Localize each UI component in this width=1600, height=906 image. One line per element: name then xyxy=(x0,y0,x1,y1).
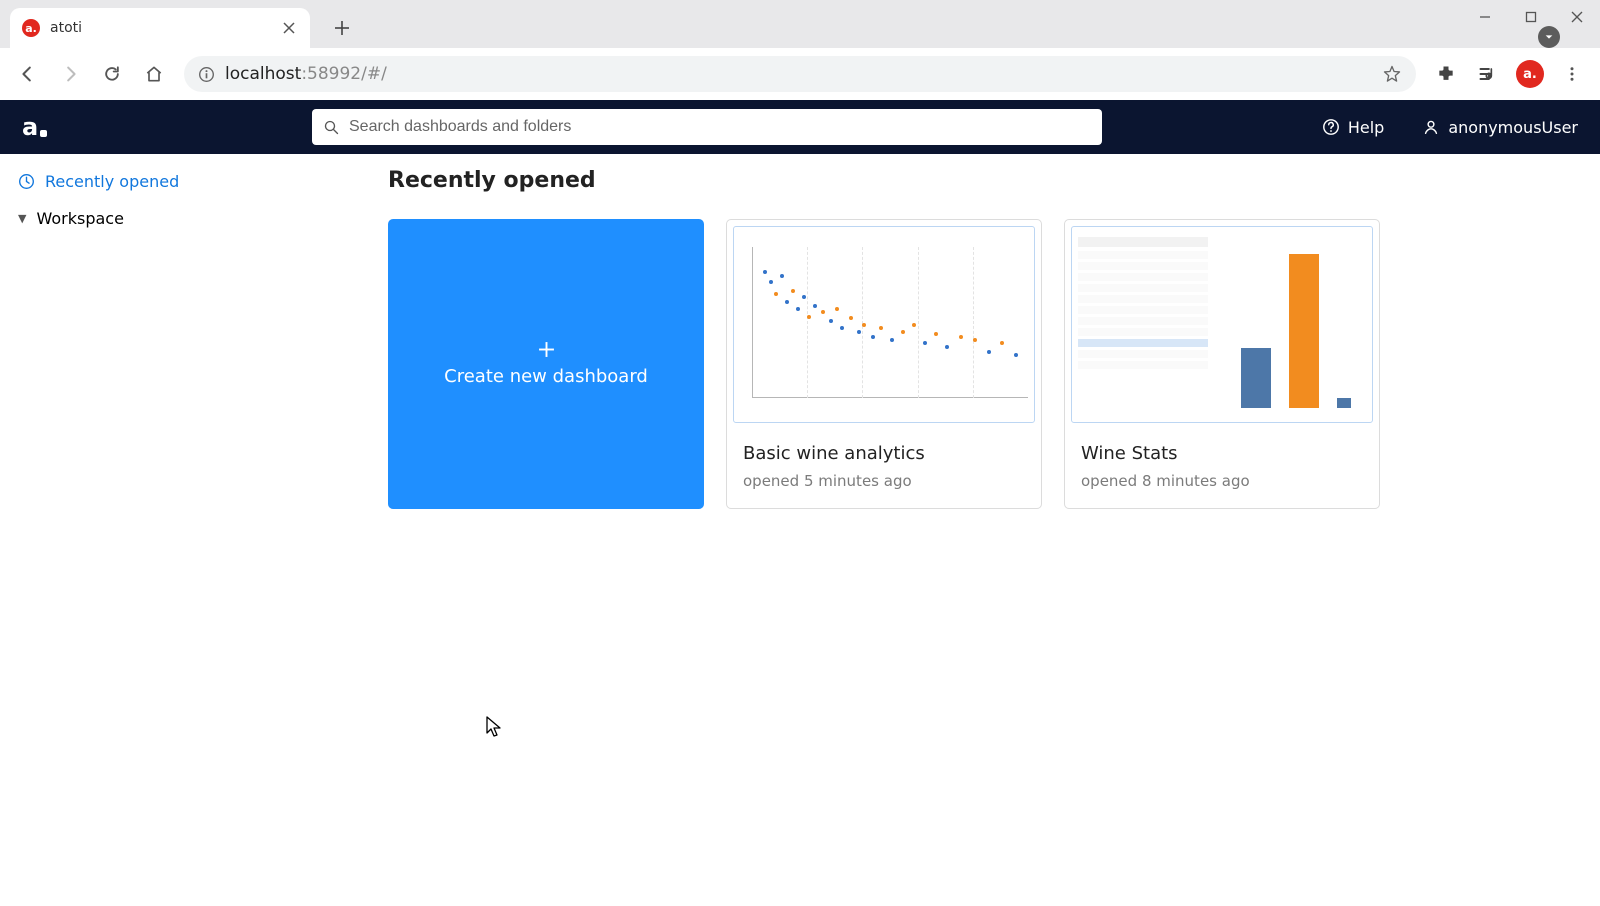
help-label: Help xyxy=(1348,118,1384,137)
nav-home-button[interactable] xyxy=(136,56,172,92)
browser-tab[interactable]: a. atoti xyxy=(10,8,310,48)
tab-strip: a. atoti xyxy=(0,0,1600,48)
dashboard-card-subtitle: opened 5 minutes ago xyxy=(743,472,1025,490)
main-content: Recently opened Create new dashboard xyxy=(370,154,1600,906)
nav-reload-button[interactable] xyxy=(94,56,130,92)
browser-toolbar: localhost:58992/#/ a. xyxy=(0,48,1600,100)
window-controls xyxy=(1462,0,1600,34)
media-control-button[interactable] xyxy=(1470,56,1506,92)
bookmark-icon[interactable] xyxy=(1382,64,1402,84)
profile-avatar-icon: a. xyxy=(1516,60,1544,88)
browser-menu-button[interactable] xyxy=(1554,56,1590,92)
caret-down-icon: ▼ xyxy=(18,212,26,225)
nav-forward-button[interactable] xyxy=(52,56,88,92)
help-icon xyxy=(1322,118,1340,136)
tab-close-button[interactable] xyxy=(280,19,298,37)
profile-button[interactable]: a. xyxy=(1512,56,1548,92)
dashboard-search[interactable] xyxy=(312,109,1102,145)
sidebar-item-workspace[interactable]: ▼ Workspace xyxy=(14,203,356,234)
search-icon xyxy=(324,120,339,135)
section-title: Recently opened xyxy=(388,168,1600,193)
sidebar: Recently opened ▼ Workspace xyxy=(0,154,370,906)
url-text: localhost:58992/#/ xyxy=(225,64,387,84)
sidebar-item-label: Workspace xyxy=(36,209,123,228)
window-maximize-button[interactable] xyxy=(1508,0,1554,34)
dashboard-preview xyxy=(727,220,1041,429)
create-dashboard-card[interactable]: Create new dashboard xyxy=(388,219,704,509)
clock-icon xyxy=(18,173,35,190)
dashboard-card-subtitle: opened 8 minutes ago xyxy=(1081,472,1363,490)
tab-title: atoti xyxy=(50,20,272,36)
window-minimize-button[interactable] xyxy=(1462,0,1508,34)
app-header: a Help anonymousUser xyxy=(0,100,1600,154)
dashboard-card[interactable]: Wine Stats opened 8 minutes ago xyxy=(1064,219,1380,509)
help-link[interactable]: Help xyxy=(1322,118,1384,137)
dashboard-card-row: Create new dashboard xyxy=(388,219,1600,509)
app-logo-icon[interactable]: a xyxy=(22,112,52,142)
favicon-icon: a. xyxy=(22,19,40,37)
app-viewport: a Help anonymousUser xyxy=(0,100,1600,906)
site-info-icon[interactable] xyxy=(198,66,215,83)
nav-back-button[interactable] xyxy=(10,56,46,92)
new-tab-button[interactable] xyxy=(326,12,358,44)
dashboard-search-input[interactable] xyxy=(349,118,1090,136)
plus-icon xyxy=(538,341,555,358)
address-bar[interactable]: localhost:58992/#/ xyxy=(184,56,1416,92)
dashboard-preview xyxy=(1065,220,1379,429)
user-menu[interactable]: anonymousUser xyxy=(1422,118,1578,137)
extensions-button[interactable] xyxy=(1428,56,1464,92)
create-dashboard-label: Create new dashboard xyxy=(444,366,648,387)
user-icon xyxy=(1422,118,1440,136)
sidebar-item-recently-opened[interactable]: Recently opened xyxy=(14,166,356,197)
dashboard-card[interactable]: Basic wine analytics opened 5 minutes ag… xyxy=(726,219,1042,509)
dashboard-card-title: Basic wine analytics xyxy=(743,443,1025,464)
dashboard-card-title: Wine Stats xyxy=(1081,443,1363,464)
window-close-button[interactable] xyxy=(1554,0,1600,34)
user-label: anonymousUser xyxy=(1448,118,1578,137)
sidebar-item-label: Recently opened xyxy=(45,172,179,191)
